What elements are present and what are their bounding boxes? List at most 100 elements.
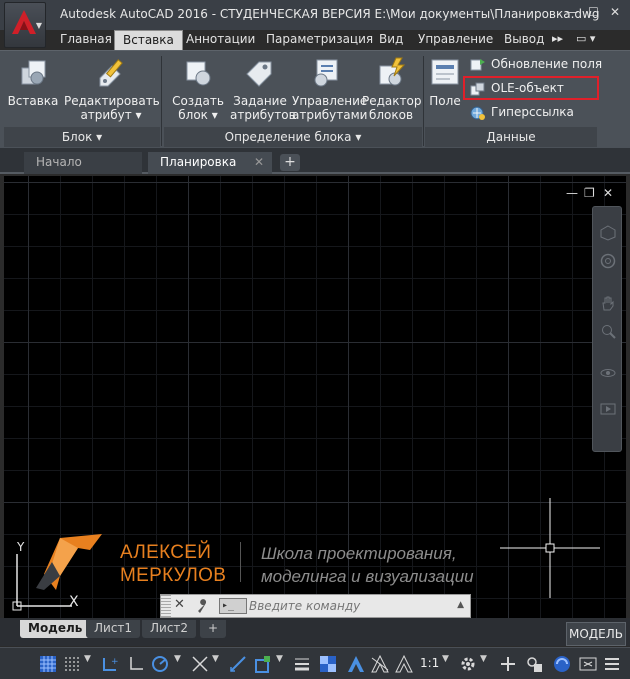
manage-attributes-icon [314, 59, 338, 87]
autocad-logo-icon [12, 10, 36, 34]
block-panel-title[interactable]: Блок ▾ [4, 127, 160, 147]
chevron-down-icon[interactable]: ▼ [276, 654, 283, 664]
chevron-down-icon[interactable]: ▼ [442, 654, 449, 664]
object-snap-icon[interactable] [252, 654, 272, 674]
model-space-button[interactable]: МОДЕЛЬ [566, 622, 626, 646]
close-command-line-button[interactable]: ✕ [174, 597, 185, 612]
block-editor-button[interactable]: Редактор блоков [362, 56, 421, 122]
object-snap-tracking-icon[interactable] [228, 654, 248, 674]
transparency-icon[interactable] [318, 654, 338, 674]
data-panel-title[interactable]: Данные [425, 127, 597, 147]
create-block-button[interactable]: Создать блок ▾ [168, 56, 228, 122]
tab-layout2[interactable]: Лист2 [142, 620, 197, 638]
block-definition-panel-title[interactable]: Определение блока ▾ [164, 127, 422, 147]
chevron-down-icon: ▼ [35, 21, 42, 30]
clean-screen-icon[interactable] [578, 654, 598, 674]
infer-constraints-icon[interactable]: + [100, 654, 120, 674]
ucs-x-label: X [69, 594, 79, 610]
workspace-gear-icon[interactable] [458, 654, 478, 674]
brand-divider [240, 542, 241, 582]
author-name: АЛЕКСЕЙ МЕРКУЛОВ [120, 542, 227, 586]
viewport-minimize-button[interactable]: — [566, 186, 578, 200]
close-tab-icon[interactable]: ✕ [254, 152, 264, 172]
define-attributes-button[interactable]: Задание атрибутов [230, 56, 296, 122]
more-tabs-button[interactable]: ▸▸ [552, 32, 563, 45]
tab-layout1[interactable]: Лист1 [86, 620, 141, 638]
new-drawing-button[interactable]: + [280, 154, 300, 171]
tab-home[interactable]: Главная [60, 32, 112, 46]
insert-block-button[interactable]: Вставка [6, 56, 60, 108]
chevron-down-icon[interactable]: ▼ [212, 654, 219, 664]
update-fields-icon [470, 58, 485, 70]
pan-hand-icon[interactable] [600, 295, 616, 311]
layout-tab-bar: Модель Лист1 Лист2 + [0, 618, 630, 646]
viewport-restore-button[interactable]: ❐ [584, 186, 595, 200]
command-input[interactable] [249, 597, 449, 615]
tab-insert[interactable]: Вставка [114, 30, 183, 50]
close-button[interactable]: ✕ [610, 5, 620, 19]
customization-menu-icon[interactable] [602, 654, 622, 674]
author-tagline: Школа проектирования, моделинга и визуал… [261, 544, 474, 586]
tab-view[interactable]: Вид [379, 32, 403, 46]
zoom-extents-icon[interactable] [600, 323, 616, 339]
ortho-icon[interactable] [126, 654, 146, 674]
tab-manage[interactable]: Управление [418, 32, 493, 46]
doc-tab-drawing[interactable]: Планировка ✕ [148, 152, 272, 174]
ole-object-highlight [463, 76, 599, 100]
update-fields-button[interactable]: Обновление поля [470, 57, 602, 72]
isolate-objects-icon[interactable] [524, 654, 544, 674]
ribbon-minimize-toggle[interactable]: ▭ ▾ [576, 32, 595, 45]
status-bar: ▼ + ▼ ▼ ▼ 1:1 ▼ ▼ [0, 647, 630, 679]
annotation-visibility-icon[interactable] [346, 654, 366, 674]
field-icon [431, 59, 459, 85]
grid-icon[interactable] [38, 654, 58, 674]
navigation-bar [592, 206, 622, 452]
annotation-scale-value[interactable]: 1:1 [420, 656, 439, 670]
hyperlink-button[interactable]: Гиперссылка [470, 105, 574, 120]
command-line-grip[interactable] [161, 595, 171, 617]
edit-attribute-button[interactable]: Редактировать атрибут ▾ [64, 56, 160, 122]
add-layout-button[interactable]: + [200, 620, 227, 638]
window-title: Autodesk AutoCAD 2016 - СТУДЕНЧЕСКАЯ ВЕР… [60, 7, 600, 21]
panel-divider [423, 56, 424, 146]
doc-tab-start[interactable]: Начало [24, 152, 142, 174]
tab-parametric[interactable]: Параметризация [266, 32, 373, 46]
minimize-button[interactable]: — [566, 5, 578, 19]
document-tab-bar: Начало Планировка ✕ + [0, 148, 630, 174]
ucs-y-label: Y [16, 540, 25, 554]
manage-attributes-button[interactable]: Управление атрибутами [292, 56, 367, 122]
hyperlink-icon [470, 106, 485, 120]
steering-wheel-icon[interactable] [600, 253, 616, 269]
orbit-icon[interactable] [600, 365, 616, 381]
edit-attribute-icon [99, 59, 123, 87]
snap-icon[interactable] [62, 654, 82, 674]
tab-annotate[interactable]: Аннотации [186, 32, 255, 46]
hardware-acceleration-icon[interactable] [552, 654, 572, 674]
application-menu-button[interactable]: ▼ [4, 2, 46, 48]
chevron-down-icon[interactable]: ▼ [480, 654, 487, 664]
chevron-down-icon[interactable]: ▼ [174, 654, 181, 664]
lineweight-icon[interactable] [292, 654, 312, 674]
field-button[interactable]: Поле [428, 56, 462, 108]
tab-model[interactable]: Модель [20, 620, 91, 638]
command-history-button[interactable]: ▲ [457, 600, 464, 610]
command-line: ✕ ▸_ ▲ [160, 594, 471, 618]
wrench-icon[interactable] [195, 598, 211, 614]
polar-icon[interactable] [150, 654, 170, 674]
view-cube-icon[interactable] [600, 225, 616, 241]
viewport-close-button[interactable]: ✕ [603, 186, 613, 200]
crosshair-cursor [500, 498, 600, 598]
title-bar: ▼ Autodesk AutoCAD 2016 - СТУДЕНЧЕСКАЯ В… [0, 0, 630, 48]
tab-output[interactable]: Вывод [504, 32, 544, 46]
maximize-button[interactable]: ☐ [588, 5, 599, 19]
show-motion-icon[interactable] [600, 401, 616, 417]
chevron-down-icon[interactable]: ▼ [84, 654, 91, 664]
block-editor-icon [379, 57, 406, 86]
auto-scale-icon[interactable] [370, 654, 390, 674]
command-prompt-icon[interactable]: ▸_ [219, 598, 247, 614]
panel-divider [161, 56, 162, 146]
add-icon[interactable] [498, 654, 518, 674]
isodraft-icon[interactable] [190, 654, 210, 674]
ribbon-tab-bar: Главная Вставка Аннотации Параметризация… [48, 30, 630, 50]
annotation-scale-icon[interactable] [394, 654, 414, 674]
